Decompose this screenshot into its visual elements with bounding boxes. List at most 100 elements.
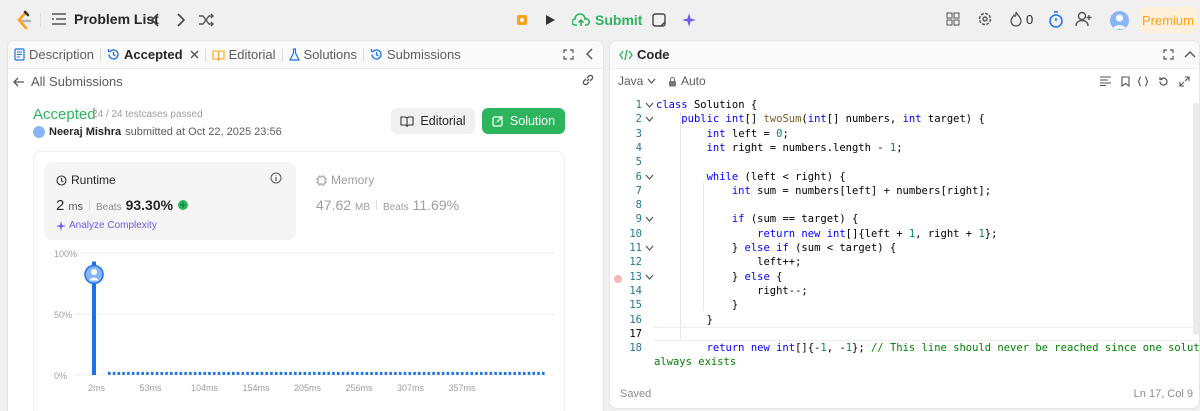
info-icon[interactable] xyxy=(270,172,282,184)
bar xyxy=(313,371,316,375)
left-panel: Description Accepted Editorial Solutions… xyxy=(7,40,604,411)
breakpoint-marker[interactable] xyxy=(614,275,622,283)
code-content[interactable]: class Solution { public int[] twoSum(int… xyxy=(654,98,1199,378)
bar xyxy=(341,371,345,375)
runtime-box[interactable]: Runtime 2 ms Beats 93.30% Analyze Comple… xyxy=(44,162,296,240)
code-editor[interactable]: 1 2 3 4 5 6 7 8 9 10 11 12 13 14 15 16 17 18 class Soluti… xyxy=(610,98,1199,378)
chevron-up-icon[interactable] xyxy=(1184,50,1196,58)
next-problem-icon[interactable] xyxy=(176,12,186,28)
bar xyxy=(317,371,321,375)
tab-submissions[interactable]: Submissions xyxy=(364,47,467,62)
cursor-position: Ln 17, Col 9 xyxy=(1133,388,1193,400)
bar xyxy=(360,371,364,375)
bar xyxy=(155,371,159,375)
shuffle-icon[interactable] xyxy=(198,12,214,28)
avatar xyxy=(33,126,45,138)
user-name[interactable]: Neeraj Mishra xyxy=(49,126,121,138)
fold-chevron-icon[interactable] xyxy=(645,216,654,223)
bar xyxy=(370,371,373,375)
prev-problem-icon[interactable] xyxy=(150,12,160,28)
line-number: 4 xyxy=(635,141,642,154)
runtime-distribution-chart[interactable]: 100% 50% 0% 2ms 53ms 104ms 154ms 205ms 256ms 307m… xyxy=(34,247,566,411)
tab-code[interactable]: Code xyxy=(610,47,676,62)
expand-icon[interactable] xyxy=(1179,75,1190,87)
streak-counter[interactable]: 0 xyxy=(1010,11,1033,27)
status-accepted: Accepted xyxy=(33,106,96,123)
bar xyxy=(260,371,264,375)
collapse-icon[interactable] xyxy=(586,48,594,60)
line-number: 16 xyxy=(629,313,642,326)
code-line: } else if (sum < target) { xyxy=(656,242,897,254)
code-line: return new int[]{left + 1, right + 1}; xyxy=(757,227,998,240)
run-button[interactable] xyxy=(538,8,562,32)
tab-accepted[interactable]: Accepted xyxy=(101,47,205,62)
submission-scroll-area[interactable]: Accepted 24 / 24 testcases passed Neeraj… xyxy=(8,96,603,411)
bar xyxy=(522,371,526,375)
bar xyxy=(246,371,249,375)
notes-button[interactable] xyxy=(648,9,670,31)
submitter-row: Neeraj Mishra submitted at Oct 22, 2025 … xyxy=(33,126,282,138)
bar xyxy=(117,371,121,375)
editorial-button[interactable]: Editorial xyxy=(391,108,475,134)
avatar[interactable] xyxy=(1110,11,1129,30)
history-icon xyxy=(370,48,383,61)
maximize-icon[interactable] xyxy=(1163,49,1174,60)
bar xyxy=(499,371,502,375)
bar xyxy=(418,371,421,375)
maximize-icon[interactable] xyxy=(563,49,574,60)
braces-icon[interactable] xyxy=(1137,75,1149,87)
bar xyxy=(451,371,454,375)
fold-chevron-icon[interactable] xyxy=(645,116,654,123)
tab-description[interactable]: Description xyxy=(8,47,100,62)
memory-value-row: 47.62 MB Beats 11.69% xyxy=(316,197,460,213)
code-panel: Code Java Auto 1 2 3 4 5 6 7 8 9 10 11 12 13 14 15 16 17… xyxy=(609,40,1200,409)
fold-chevron-icon[interactable] xyxy=(645,174,654,180)
all-submissions-link[interactable]: All Submissions xyxy=(13,74,123,89)
tab-solutions[interactable]: Solutions xyxy=(283,47,363,62)
bar xyxy=(403,371,407,375)
bar xyxy=(508,371,512,375)
lock-icon xyxy=(668,76,677,87)
submit-button[interactable]: Submit xyxy=(566,8,648,32)
bar xyxy=(208,371,211,375)
add-friend-icon[interactable] xyxy=(1075,11,1093,27)
editor-scrollbar[interactable] xyxy=(1193,103,1199,335)
bar xyxy=(537,371,540,375)
line-number: 12 xyxy=(629,256,642,269)
indent-guide xyxy=(680,112,681,340)
close-icon[interactable] xyxy=(190,50,199,59)
language-select[interactable]: Java xyxy=(618,74,656,88)
reset-icon[interactable] xyxy=(1158,76,1169,87)
memory-box[interactable]: Memory 47.62 MB Beats 11.69% xyxy=(304,162,556,240)
fold-chevron-icon[interactable] xyxy=(645,274,654,280)
solution-button[interactable]: Solution xyxy=(482,108,565,134)
bar xyxy=(265,371,268,375)
bookmark-icon[interactable] xyxy=(1121,75,1130,87)
bar xyxy=(160,371,164,375)
bar xyxy=(398,371,402,375)
premium-button[interactable]: Premium xyxy=(1139,7,1197,33)
code-line: } xyxy=(656,313,713,326)
x-tick-label: 104ms xyxy=(191,383,219,393)
analyze-complexity-link[interactable]: Analyze Complexity xyxy=(56,220,157,231)
x-tick-label: 53ms xyxy=(140,383,163,393)
bar xyxy=(217,371,221,375)
book-icon xyxy=(400,115,414,127)
bar xyxy=(131,371,135,375)
timer-icon[interactable] xyxy=(1048,11,1064,28)
fold-chevron-icon[interactable] xyxy=(645,102,654,108)
gear-icon[interactable] xyxy=(977,11,993,27)
bar xyxy=(255,371,259,375)
line-number: 11 xyxy=(629,242,642,254)
ai-sparkle-button[interactable] xyxy=(678,9,700,31)
mode-indicator[interactable]: Auto xyxy=(668,74,706,88)
share-link-icon[interactable] xyxy=(581,73,595,87)
problem-list-button[interactable]: Problem List xyxy=(52,11,159,27)
debug-button[interactable] xyxy=(510,8,534,32)
bar xyxy=(236,371,240,375)
layout-icon[interactable] xyxy=(946,12,960,26)
format-icon[interactable] xyxy=(1100,76,1111,86)
tab-editorial[interactable]: Editorial xyxy=(206,47,282,62)
leetcode-logo[interactable] xyxy=(14,10,34,30)
fold-chevron-icon[interactable] xyxy=(645,245,654,251)
